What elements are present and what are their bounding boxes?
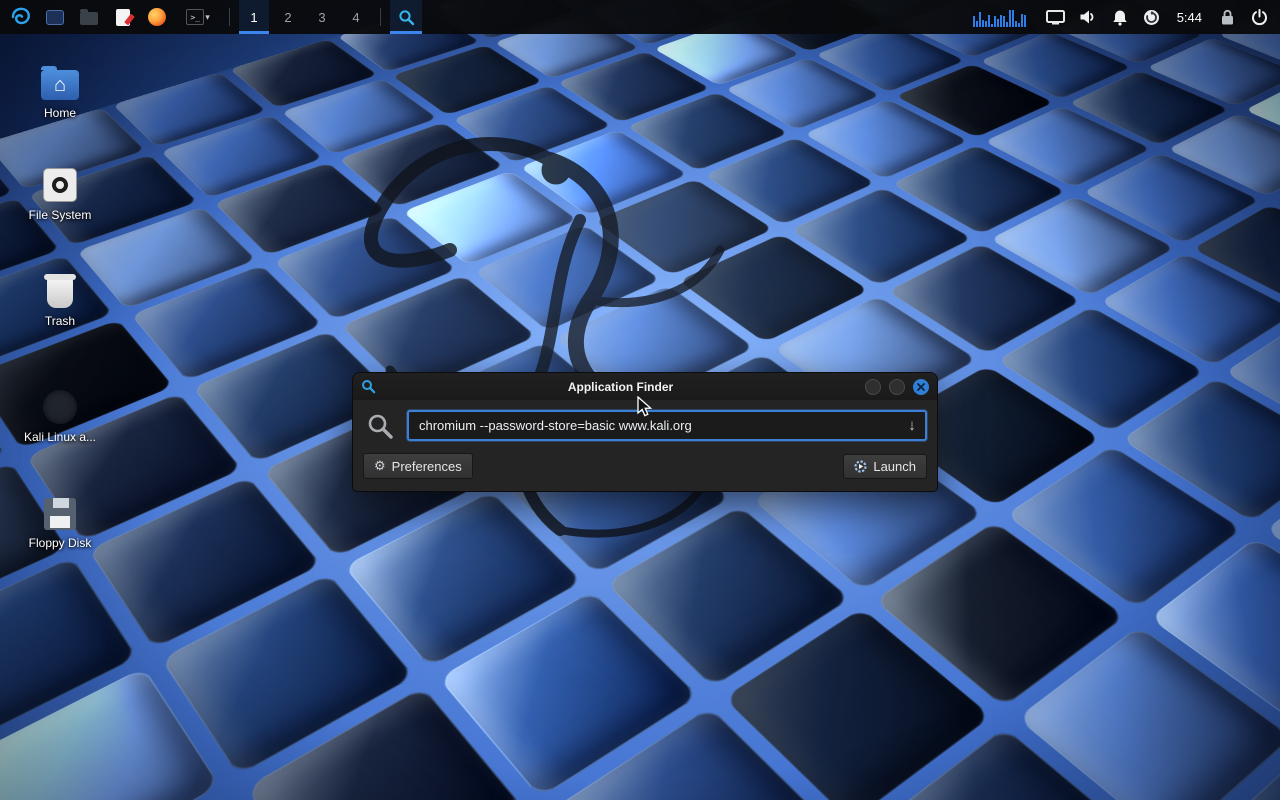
file-manager-launcher[interactable] (74, 2, 104, 32)
appfinder-window-icon (361, 379, 376, 394)
separator (229, 8, 230, 26)
desktop-icon-label: Home (12, 106, 108, 120)
maximize-button[interactable] (889, 379, 905, 395)
firefox-icon (148, 8, 166, 26)
desktop-screen: >_ ▾ 1 2 3 4 (0, 0, 1280, 800)
launch-icon (854, 460, 867, 473)
kali-logo-icon (10, 6, 32, 28)
taskbar-application-finder[interactable] (390, 0, 422, 34)
workspace-3[interactable]: 3 (307, 0, 337, 34)
desktop-icon-trash[interactable]: Trash (12, 266, 108, 328)
window-icon (46, 10, 64, 25)
power-logout-icon[interactable] (1248, 5, 1270, 29)
desktop-icon-file-system[interactable]: File System (12, 160, 108, 222)
preferences-button[interactable]: ⚙ Preferences (363, 453, 473, 479)
dialog-body: ↓ ⚙ Preferences Launch (353, 400, 937, 491)
window-launcher-icon[interactable] (40, 2, 70, 32)
text-editor-launcher[interactable] (108, 2, 138, 32)
window-title: Application Finder (382, 380, 859, 394)
folder-icon (80, 12, 98, 25)
dropdown-arrow-button[interactable]: ↓ (900, 414, 924, 437)
notification-bell-icon[interactable] (1109, 5, 1131, 29)
search-icon (363, 412, 397, 440)
document-pencil-icon (116, 9, 130, 26)
kali-menu-button[interactable] (6, 2, 36, 32)
hard-drive-icon (43, 168, 77, 202)
desktop-icon-label: File System (12, 208, 108, 222)
application-finder-window: Application Finder (352, 372, 938, 492)
desktop-icon-home[interactable]: ⌂ Home (12, 58, 108, 120)
desktop-icon-floppy-disk[interactable]: Floppy Disk (12, 488, 108, 550)
desktop-icon-label: Floppy Disk (12, 536, 108, 550)
workspace-1[interactable]: 1 (239, 0, 269, 34)
floppy-disk-icon (44, 498, 76, 530)
magnifier-icon (398, 9, 415, 26)
gear-icon: ⚙ (374, 458, 386, 474)
update-status-icon[interactable] (1141, 5, 1163, 29)
lock-icon[interactable] (1216, 5, 1238, 29)
minimize-button[interactable] (865, 379, 881, 395)
trash-bin-icon (47, 278, 73, 308)
desktop-icon-kali-linux[interactable]: Kali Linux a... (12, 382, 108, 444)
firefox-launcher[interactable] (142, 2, 172, 32)
chevron-down-icon: ▾ (205, 12, 210, 23)
volume-icon[interactable] (1077, 5, 1099, 29)
close-icon (917, 383, 925, 391)
desktop-icon-label: Trash (12, 314, 108, 328)
system-tray: 5:44 (973, 5, 1274, 29)
cpu-graph-applet[interactable] (973, 7, 1035, 27)
top-panel: >_ ▾ 1 2 3 4 (0, 0, 1280, 34)
terminal-launcher[interactable]: >_ ▾ (176, 2, 220, 32)
home-folder-icon: ⌂ (41, 70, 79, 100)
clock[interactable]: 5:44 (1173, 10, 1206, 25)
titlebar[interactable]: Application Finder (353, 373, 937, 400)
command-input[interactable] (407, 410, 927, 441)
desktop-icon-label: Kali Linux a... (12, 430, 108, 444)
terminal-icon: >_ (186, 9, 204, 25)
close-button[interactable] (913, 379, 929, 395)
launch-button[interactable]: Launch (843, 454, 927, 479)
separator (380, 8, 381, 26)
display-icon[interactable] (1045, 5, 1067, 29)
workspace-2[interactable]: 2 (273, 0, 303, 34)
kali-disc-icon (43, 390, 77, 424)
workspace-4[interactable]: 4 (341, 0, 371, 34)
